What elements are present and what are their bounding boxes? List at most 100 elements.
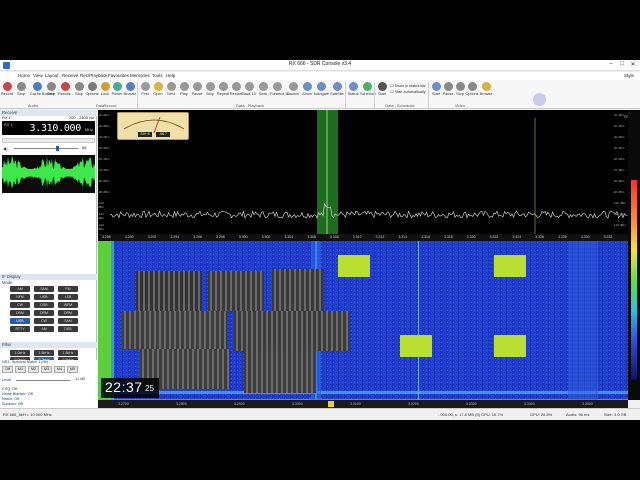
- seek-button[interactable]: Seek: [256, 82, 270, 96]
- back-10-button[interactable]: Back 10: [242, 82, 256, 96]
- memory-button-m1[interactable]: M1: [15, 366, 26, 373]
- waterfall-display[interactable]: [98, 241, 628, 400]
- status-button[interactable]: Status: [346, 82, 360, 96]
- gray-block-stripe: [139, 311, 141, 349]
- pause-button[interactable]: Pause: [190, 82, 204, 96]
- first-button[interactable]: First: [138, 82, 152, 96]
- gray-block-stripe: [184, 311, 186, 349]
- schedule-button[interactable]: Schedule: [360, 82, 376, 96]
- cache-browse-button[interactable]: Cache Browse: [30, 82, 55, 96]
- mode-button[interactable]: RTTY: [10, 326, 30, 332]
- mode-button[interactable]: USB: [34, 294, 54, 300]
- noise-blanker-label[interactable]: Noise Blanker: Off: [2, 392, 33, 396]
- record-button[interactable]: Record: [0, 82, 14, 96]
- video-options-button[interactable]: Options: [465, 82, 479, 96]
- filter-button[interactable]: 1.0kHz: [10, 350, 30, 356]
- menu-favourites[interactable]: Favourites: [108, 73, 129, 78]
- mode-button[interactable]: FM: [58, 286, 78, 292]
- menu-receive[interactable]: Receive: [62, 73, 78, 78]
- zoom-button[interactable]: Zoom: [300, 82, 314, 96]
- open-button[interactable]: Open: [151, 82, 165, 96]
- maximize-icon[interactable]: □: [617, 61, 627, 67]
- speaker-icon[interactable]: ◀): [3, 146, 7, 151]
- next-button[interactable]: Next: [164, 82, 178, 96]
- video-browse-button[interactable]: Browse: [479, 82, 493, 96]
- scheduler-start-button[interactable]: Start: [375, 82, 389, 96]
- playback-stop-button[interactable]: Stop: [203, 82, 217, 96]
- nr-label[interactable]: NR1: Spectral Match 1 (db): [2, 360, 48, 364]
- menu-memories[interactable]: Memories: [130, 73, 150, 78]
- mode-button[interactable]: NFM: [10, 294, 30, 300]
- gray-block-stripe: [162, 349, 164, 389]
- mode-button[interactable]: SAM: [34, 286, 54, 292]
- options-button[interactable]: Options: [85, 82, 99, 96]
- menu-help[interactable]: Help: [166, 73, 175, 78]
- overview-position-marker[interactable]: [328, 401, 334, 407]
- navigate-button[interactable]: Navigate: [314, 82, 329, 96]
- filter-button[interactable]: 1.5kHz: [34, 350, 54, 356]
- mode-button[interactable]: DRM: [10, 310, 30, 316]
- satellite-editor-button[interactable]: Satellite: [330, 82, 344, 96]
- restart-button[interactable]: Restart: [229, 82, 243, 96]
- repeat-button[interactable]: Repeat: [216, 82, 230, 96]
- receive-filter-band[interactable]: [317, 110, 338, 234]
- memory-button-m2[interactable]: M2: [28, 366, 39, 373]
- menu-home[interactable]: Home: [18, 73, 30, 78]
- squelch-label[interactable]: Squelch: Off: [2, 402, 23, 406]
- filter-button[interactable]: 1.8kHz: [58, 350, 78, 356]
- menu-layout[interactable]: Layout: [45, 73, 59, 78]
- volume-slider-thumb[interactable]: [56, 146, 59, 151]
- mode-button[interactable]: USB: [10, 318, 30, 324]
- zoom-icon: [302, 82, 312, 91]
- mode-button[interactable]: AM: [34, 326, 54, 332]
- memory-button-m5[interactable]: M5: [67, 366, 78, 373]
- memory-button-m4[interactable]: M4: [54, 366, 65, 373]
- browse-button[interactable]: Browse: [123, 82, 137, 96]
- mode-button[interactable]: SAM: [58, 318, 78, 324]
- stop-button[interactable]: Stop: [14, 82, 28, 96]
- memory-button-off[interactable]: Off: [2, 366, 13, 373]
- gray-block-stripe: [341, 311, 343, 351]
- mode-button[interactable]: DRM: [34, 310, 54, 316]
- mode-button[interactable]: AM: [10, 286, 30, 292]
- power-button[interactable]: Power: [110, 82, 124, 96]
- minimize-icon[interactable]: –: [606, 61, 616, 67]
- waterfall-color-bar[interactable]: [628, 110, 640, 400]
- mode-button[interactable]: LSB: [58, 294, 78, 300]
- mode-button[interactable]: WFM: [58, 302, 78, 308]
- close-icon[interactable]: ✕: [628, 61, 638, 68]
- style-menu[interactable]: Style: [624, 73, 634, 78]
- menu-view[interactable]: View: [33, 73, 43, 78]
- forward-10-button[interactable]: Forward 10: [270, 82, 289, 96]
- cache-stop-button[interactable]: Stop: [44, 82, 58, 96]
- gray-block-stripe: [187, 349, 189, 389]
- first-icon: [140, 82, 150, 91]
- launch-button[interactable]: Launch: [286, 82, 300, 96]
- frequency-tick-label: 3.294: [170, 235, 180, 239]
- notch-label[interactable]: Notch: Off: [2, 397, 19, 401]
- gray-block-stripe: [321, 311, 323, 351]
- play-button[interactable]: Play: [177, 82, 191, 96]
- record-data-button[interactable]: Record...: [58, 82, 73, 96]
- start-automatically-checkbox[interactable]: ☐ Start automatically: [390, 89, 426, 94]
- gray-block-stripe: [207, 349, 209, 389]
- frequency-scale[interactable]: 3.288 3.290 3.292 3.294 3.296 3.298 3.300 3.302…: [98, 234, 628, 241]
- level-slider[interactable]: [16, 380, 70, 381]
- show-in-status-bar-checkbox[interactable]: ☐ Show in status bar: [390, 83, 426, 88]
- mode-button[interactable]: DSB: [58, 326, 78, 332]
- mode-button[interactable]: CW: [10, 302, 30, 308]
- volume-slider[interactable]: [14, 148, 78, 149]
- menu-rec-playback[interactable]: Rec/Playback: [80, 73, 108, 78]
- frequency-display[interactable]: RX 1 3.310.000 MHz: [2, 121, 95, 135]
- record-stop-button[interactable]: Stop: [72, 82, 86, 96]
- audio-dropdown[interactable]: [2, 138, 95, 143]
- overview-frequency-scale[interactable]: 3.2700 3.2800 3.2900 3.3000 3.3100 3.3200 3.33…: [98, 400, 628, 408]
- s-meter-signal-value: S9+ 6: [138, 132, 152, 137]
- gray-block-stripe: [261, 351, 263, 393]
- mode-button[interactable]: CW: [34, 318, 54, 324]
- memory-button-m3[interactable]: M3: [41, 366, 52, 373]
- csq-label[interactable]: CSQ: Off: [2, 387, 17, 391]
- menu-tools[interactable]: Tools: [152, 73, 163, 78]
- mode-button[interactable]: DRM: [58, 310, 78, 316]
- mode-button[interactable]: DSB: [34, 302, 54, 308]
